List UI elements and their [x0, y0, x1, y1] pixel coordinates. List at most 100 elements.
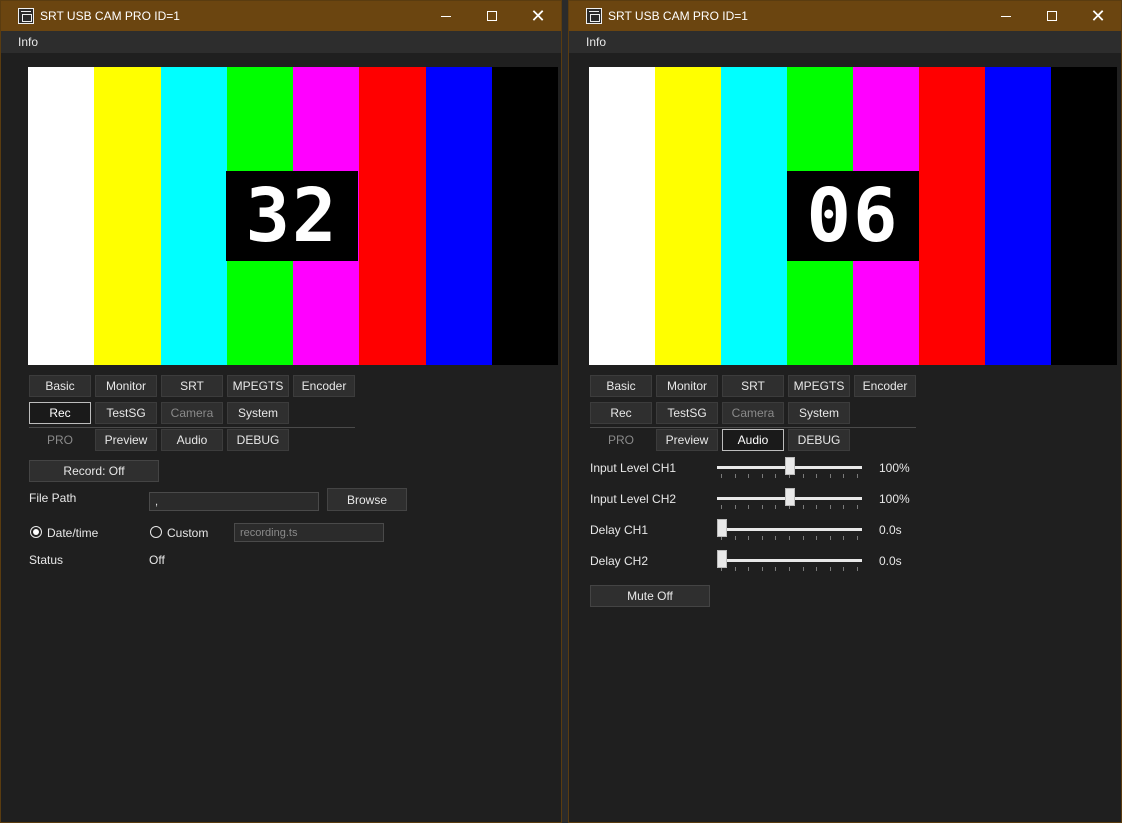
minimize-icon	[441, 15, 451, 17]
maximize-icon	[487, 11, 497, 21]
tab-basic[interactable]: Basic	[29, 375, 91, 397]
record-button[interactable]: Record: Off	[29, 460, 159, 482]
color-bar-black	[491, 67, 558, 365]
frame-counter: 06	[787, 171, 919, 261]
color-bar-black	[1051, 67, 1117, 365]
tab-rec[interactable]: Rec	[29, 402, 91, 424]
tab-testsg[interactable]: TestSG	[656, 402, 718, 424]
close-button[interactable]: ✕	[1075, 1, 1121, 31]
slider-ticks	[721, 567, 858, 572]
slider-track	[717, 559, 862, 562]
video-preview: 06	[589, 67, 1117, 365]
tab-separator	[590, 427, 916, 428]
menu-info[interactable]: Info	[18, 35, 38, 49]
status-label: Status	[29, 553, 64, 567]
tab-camera[interactable]: Camera	[161, 402, 223, 424]
tab-srt[interactable]: SRT	[161, 375, 223, 397]
radio-datetime[interactable]	[30, 526, 42, 538]
frame-counter: 32	[226, 171, 358, 261]
radio-custom[interactable]	[150, 526, 162, 538]
minimize-button[interactable]	[423, 1, 469, 31]
delay-ch1-label: Delay CH1	[590, 523, 649, 537]
slider-track	[717, 528, 862, 531]
color-bar-cyan	[721, 67, 787, 365]
input-level-ch1-slider[interactable]	[717, 457, 862, 479]
tab-encoder[interactable]: Encoder	[854, 375, 916, 397]
tab-separator	[29, 427, 355, 428]
input-level-ch2-slider[interactable]	[717, 488, 862, 510]
input-level-ch1-label: Input Level CH1	[590, 461, 677, 475]
custom-filename-input[interactable]: recording.ts	[234, 523, 384, 542]
maximize-button[interactable]	[469, 1, 515, 31]
color-bar-yellow	[655, 67, 721, 365]
tab-audio[interactable]: Audio	[161, 429, 223, 451]
color-bar-white	[28, 67, 95, 365]
tab-system[interactable]: System	[227, 402, 289, 424]
color-bar-blue	[985, 67, 1051, 365]
app-icon	[586, 8, 602, 24]
tab-debug[interactable]: DEBUG	[788, 429, 850, 451]
title-bar[interactable]: SRT USB CAM PRO ID=1 ✕	[1, 1, 561, 31]
color-bar-red	[359, 67, 426, 365]
window-title: SRT USB CAM PRO ID=1	[608, 9, 748, 23]
slider-thumb[interactable]	[784, 488, 795, 506]
maximize-button[interactable]	[1029, 1, 1075, 31]
delay-ch1-value: 0.0s	[879, 523, 902, 537]
slider-thumb[interactable]	[784, 457, 795, 475]
tab-camera[interactable]: Camera	[722, 402, 784, 424]
input-level-ch2-label: Input Level CH2	[590, 492, 677, 506]
mute-button[interactable]: Mute Off	[590, 585, 710, 607]
tab-basic[interactable]: Basic	[590, 375, 652, 397]
slider-thumb[interactable]	[717, 519, 727, 537]
radio-custom-label: Custom	[167, 526, 209, 540]
file-path-input[interactable]: ,	[149, 492, 319, 511]
tab-pro[interactable]: PRO	[29, 429, 91, 451]
color-bar-blue	[425, 67, 492, 365]
app-icon	[18, 8, 34, 24]
tab-rec[interactable]: Rec	[590, 402, 652, 424]
video-preview: 32	[28, 67, 558, 365]
tab-preview[interactable]: Preview	[656, 429, 718, 451]
tab-mpegts[interactable]: MPEGTS	[788, 375, 850, 397]
tab-pro[interactable]: PRO	[590, 429, 652, 451]
file-path-label: File Path	[29, 491, 77, 505]
menu-bar: Info	[1, 31, 561, 53]
frame-counter-value: 32	[245, 173, 339, 259]
window-left: SRT USB CAM PRO ID=1 ✕ Info 32 Basic Mon…	[0, 0, 562, 823]
frame-counter-value: 06	[806, 173, 900, 259]
close-button[interactable]: ✕	[515, 1, 561, 31]
minimize-button[interactable]	[983, 1, 1029, 31]
tab-monitor[interactable]: Monitor	[656, 375, 718, 397]
tab-audio[interactable]: Audio	[722, 429, 784, 451]
slider-ticks	[721, 536, 858, 541]
delay-ch2-value: 0.0s	[879, 554, 902, 568]
color-bar-white	[589, 67, 655, 365]
maximize-icon	[1047, 11, 1057, 21]
tab-srt[interactable]: SRT	[722, 375, 784, 397]
delay-ch2-label: Delay CH2	[590, 554, 649, 568]
color-bar-yellow	[94, 67, 161, 365]
tab-debug[interactable]: DEBUG	[227, 429, 289, 451]
menu-info[interactable]: Info	[586, 35, 606, 49]
tab-monitor[interactable]: Monitor	[95, 375, 157, 397]
tab-encoder[interactable]: Encoder	[293, 375, 355, 397]
slider-thumb[interactable]	[717, 550, 727, 568]
minimize-icon	[1001, 15, 1011, 17]
tab-system[interactable]: System	[788, 402, 850, 424]
tab-preview[interactable]: Preview	[95, 429, 157, 451]
radio-datetime-label: Date/time	[47, 526, 99, 540]
title-bar[interactable]: SRT USB CAM PRO ID=1 ✕	[569, 1, 1121, 31]
browse-button[interactable]: Browse	[327, 488, 407, 511]
close-icon: ✕	[530, 6, 546, 26]
menu-bar: Info	[569, 31, 1121, 53]
color-bar-cyan	[160, 67, 227, 365]
tab-mpegts[interactable]: MPEGTS	[227, 375, 289, 397]
tab-testsg[interactable]: TestSG	[95, 402, 157, 424]
window-title: SRT USB CAM PRO ID=1	[40, 9, 180, 23]
delay-ch1-slider[interactable]	[717, 519, 862, 541]
status-value: Off	[149, 553, 165, 567]
input-level-ch2-value: 100%	[879, 492, 910, 506]
window-right: SRT USB CAM PRO ID=1 ✕ Info 06 Basic Mon…	[568, 0, 1122, 823]
delay-ch2-slider[interactable]	[717, 550, 862, 572]
input-level-ch1-value: 100%	[879, 461, 910, 475]
